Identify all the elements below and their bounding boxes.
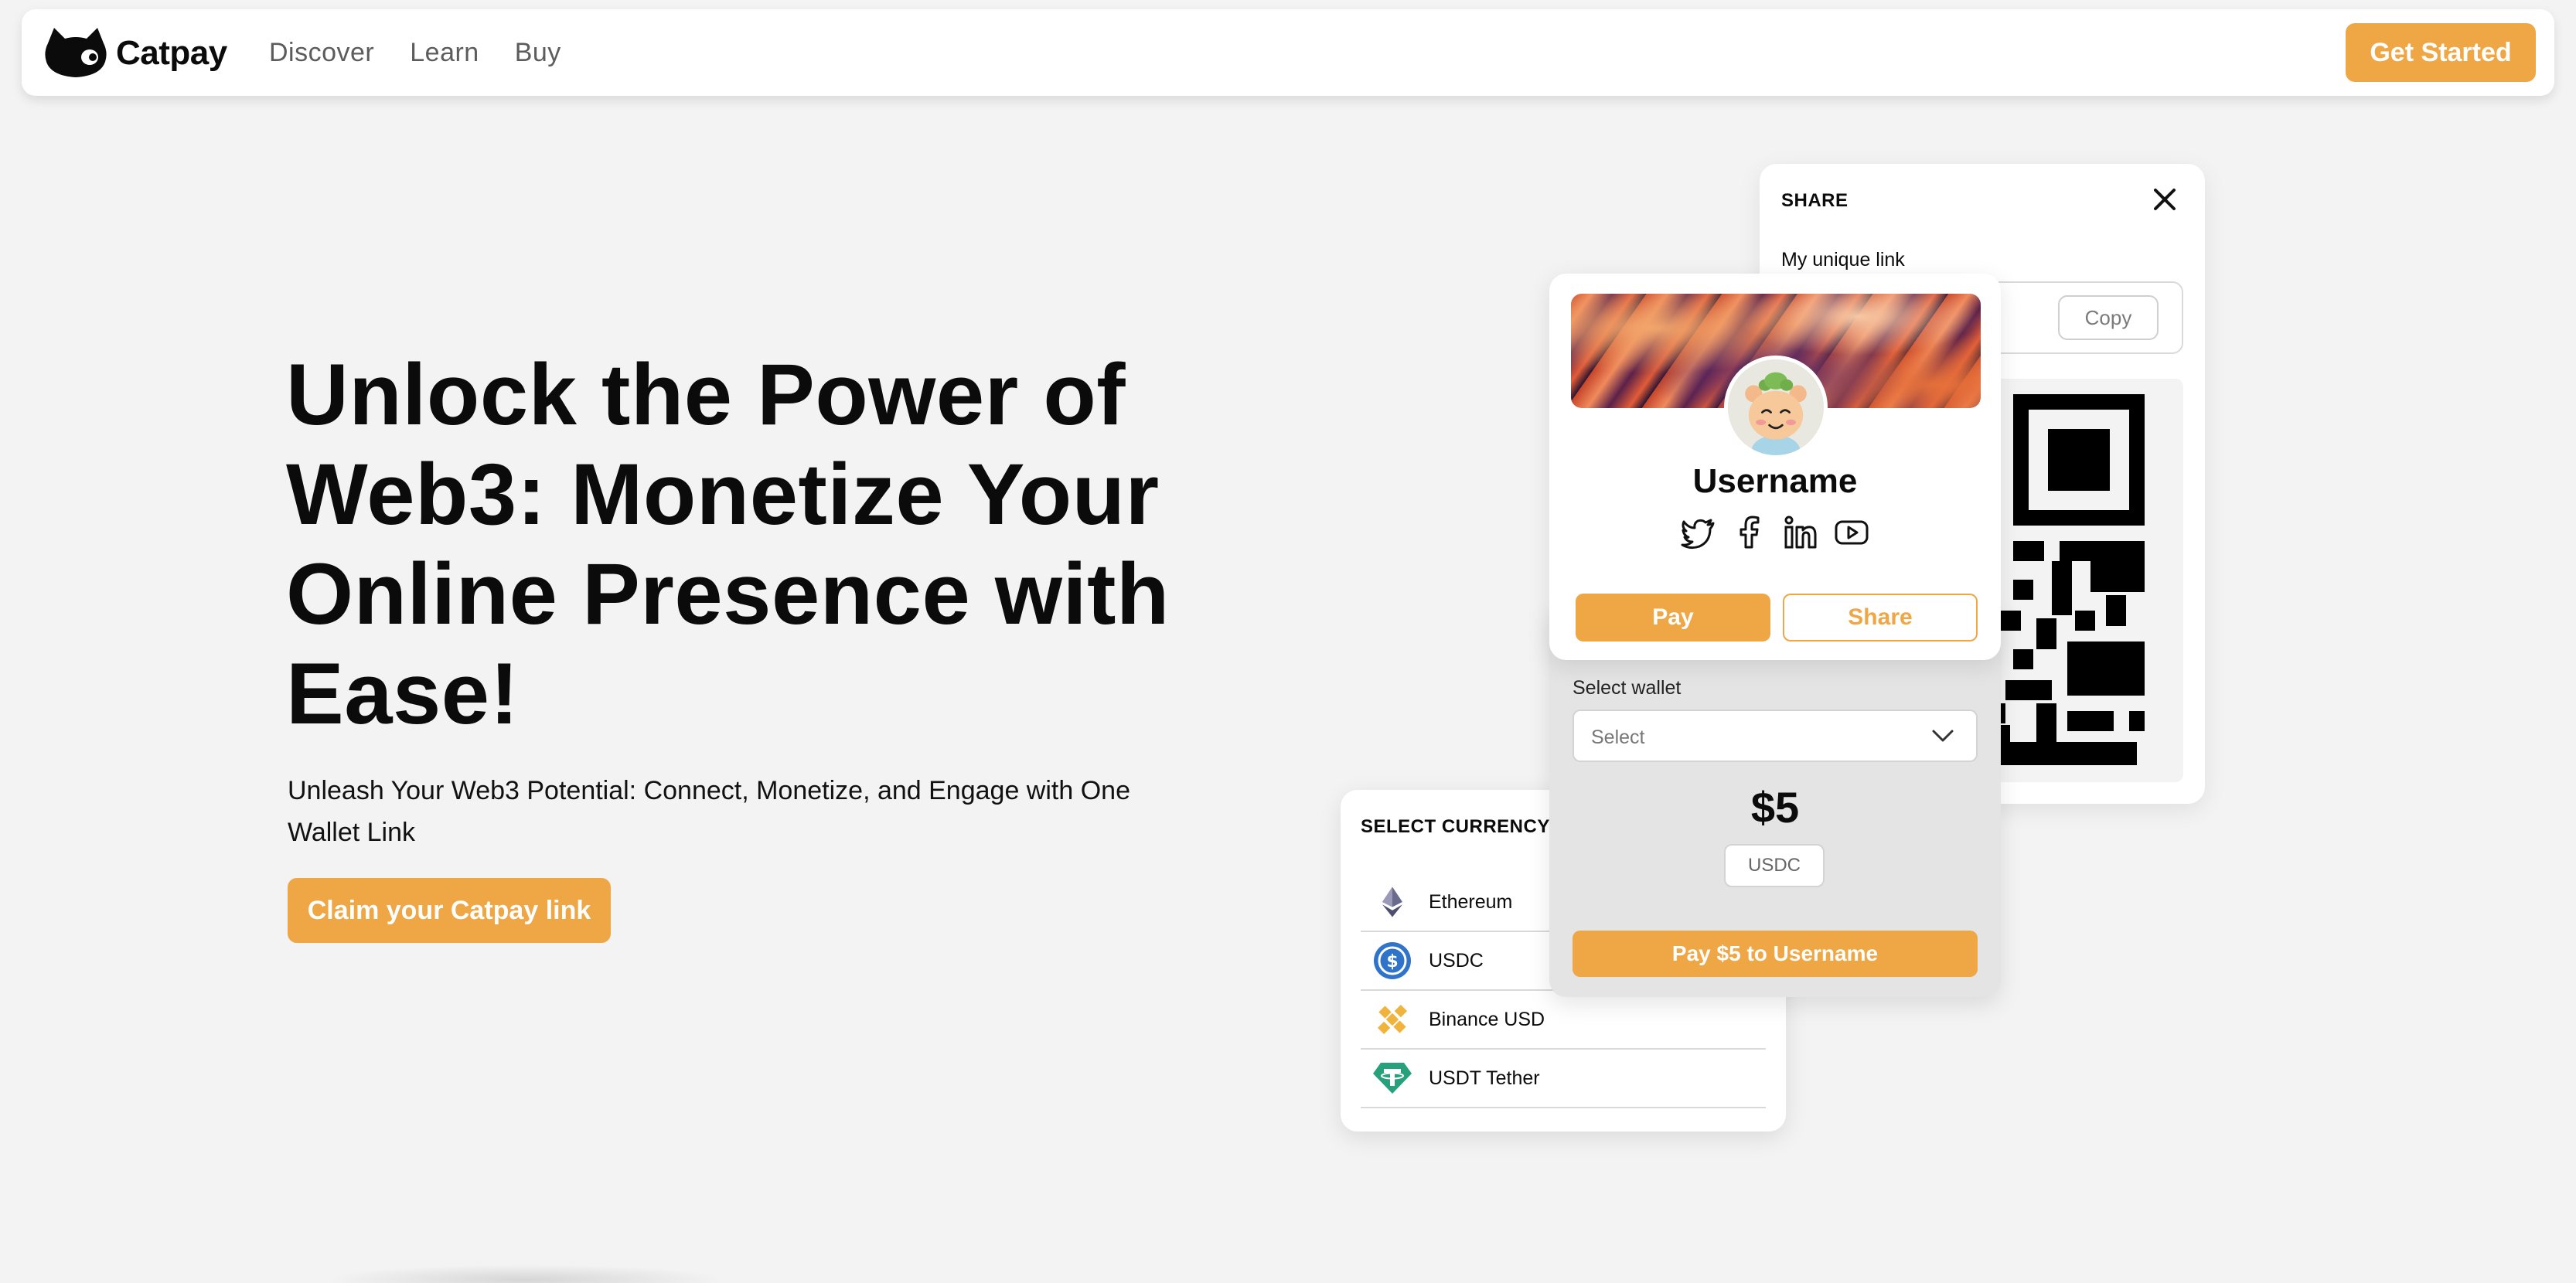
youtube-icon[interactable] [1834, 515, 1869, 550]
facebook-icon[interactable] [1732, 515, 1767, 550]
payment-panel: Select wallet Select $5 USDC Pay $5 to U… [1549, 607, 2001, 997]
currency-label: Binance USD [1429, 1008, 1545, 1030]
cat-logo-icon [45, 28, 107, 77]
currency-label: USDC [1429, 949, 1484, 972]
avatar [1724, 356, 1828, 459]
top-navbar: Catpay Discover Learn Buy Get Started [22, 9, 2554, 96]
hero-subtitle: Unleash Your Web3 Potential: Connect, Mo… [288, 776, 1130, 847]
profile-card: Username Pay Share [1549, 274, 2001, 660]
wallet-select[interactable]: Select [1573, 710, 1978, 762]
svg-text:$: $ [1386, 952, 1398, 972]
wallet-select-placeholder: Select [1591, 727, 1645, 748]
usdc-icon: $ [1371, 940, 1413, 982]
share-button[interactable]: Share [1783, 594, 1978, 642]
nav-link-buy[interactable]: Buy [515, 38, 561, 68]
close-icon[interactable] [2149, 184, 2180, 215]
currency-item-binance-usd[interactable]: Binance USD [1361, 991, 1766, 1050]
pay-button[interactable]: Pay [1576, 594, 1770, 642]
nav-link-learn[interactable]: Learn [410, 38, 479, 68]
twitter-icon[interactable] [1681, 515, 1716, 550]
claim-link-button[interactable]: Claim your Catpay link [288, 878, 611, 943]
linkedin-icon[interactable] [1783, 515, 1818, 550]
nav-link-discover[interactable]: Discover [269, 38, 374, 68]
brand-name: Catpay [116, 34, 227, 72]
currency-label: Ethereum [1429, 890, 1513, 913]
select-wallet-label: Select wallet [1573, 677, 1682, 699]
currency-item-usdt[interactable]: USDT Tether [1361, 1050, 1766, 1108]
tether-icon [1371, 1057, 1413, 1099]
nav-links: Discover Learn Buy [269, 9, 597, 96]
payment-amount: $5 [1750, 783, 1800, 832]
decorative-shadow [325, 1264, 727, 1283]
get-started-button[interactable]: Get Started [2346, 23, 2536, 82]
social-links [1681, 515, 1885, 550]
unique-link-label: My unique link [1781, 249, 1905, 271]
binance-usd-icon [1371, 999, 1413, 1040]
chevron-down-icon [1932, 730, 1954, 742]
share-title: SHARE [1781, 190, 1849, 211]
copy-button[interactable]: Copy [2058, 295, 2159, 340]
hero-title: Unlock the Power of Web3: Monetize Your … [286, 346, 1170, 742]
currency-selector[interactable]: USDC [1724, 844, 1825, 887]
currency-title: SELECT CURRENCY [1361, 816, 1550, 837]
brand-logo[interactable]: Catpay [43, 26, 227, 80]
profile-username: Username [1692, 462, 1858, 500]
pay-to-user-button[interactable]: Pay $5 to Username [1573, 931, 1978, 977]
bear-avatar-icon [1728, 359, 1824, 455]
currency-label: USDT Tether [1429, 1067, 1540, 1089]
ethereum-icon [1371, 881, 1413, 923]
